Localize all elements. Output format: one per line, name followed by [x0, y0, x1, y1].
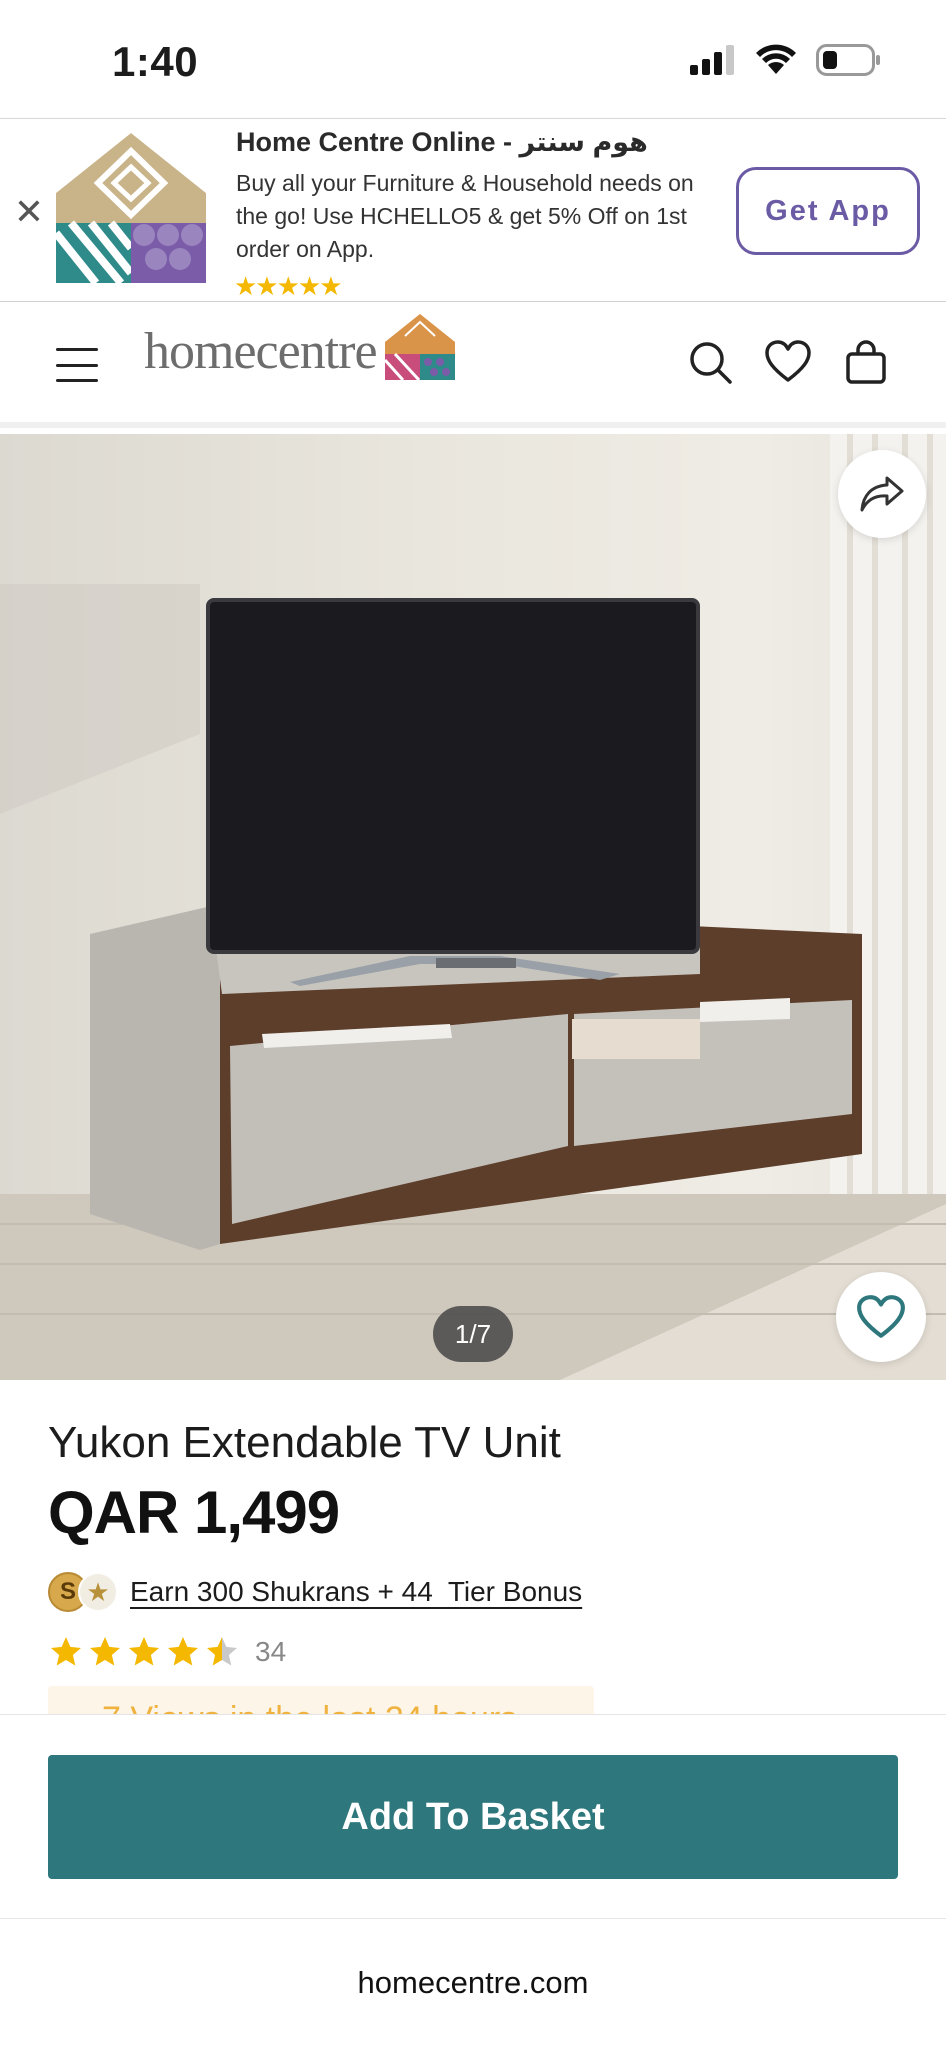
status-time: 1:40	[112, 38, 199, 85]
product-price: QAR 1,499	[48, 1479, 340, 1546]
star-icon	[90, 1637, 120, 1666]
menu-icon[interactable]	[56, 348, 98, 382]
get-app-button[interactable]: Get App	[736, 167, 920, 255]
shukrans-link[interactable]: Earn 300 Shukrans + 44 Tier Bonus	[130, 1576, 582, 1608]
add-to-wishlist-button[interactable]	[836, 1272, 926, 1362]
header-actions	[686, 338, 890, 386]
browser-url-bar[interactable]: homecentre.com	[0, 1918, 946, 2048]
heart-icon[interactable]	[764, 338, 812, 386]
close-banner-button[interactable]: ✕	[12, 191, 46, 232]
site-logo[interactable]: homecentre	[144, 313, 455, 381]
sticky-basket-bar: Add To Basket	[0, 1714, 946, 1918]
share-button[interactable]	[838, 450, 926, 538]
half-star-icon	[207, 1637, 237, 1666]
signal-icon	[690, 45, 734, 75]
status-bar: 1:40	[0, 0, 946, 118]
heart-outline-icon	[857, 1295, 905, 1338]
bag-icon[interactable]	[842, 338, 890, 386]
app-logo-icon	[56, 133, 206, 283]
search-icon[interactable]	[686, 338, 734, 386]
star-icon	[51, 1637, 81, 1666]
product-rating[interactable]: 34	[48, 1634, 286, 1670]
image-counter: 1/7	[433, 1306, 513, 1362]
shukrans-offer[interactable]: S ★ Earn 300 Shukrans + 44 Tier Bonus	[48, 1572, 582, 1612]
status-icons	[690, 44, 882, 76]
logo-house-icon	[384, 313, 455, 380]
tier-star-icon: ★	[78, 1572, 118, 1612]
add-to-basket-button[interactable]: Add To Basket	[48, 1755, 898, 1879]
site-header: homecentre	[0, 302, 946, 428]
banner-rating-stars: ★★★★★	[234, 271, 343, 301]
star-icon	[129, 1637, 159, 1666]
product-photo	[0, 434, 946, 1380]
logo-text: homecentre	[144, 323, 378, 380]
close-icon: ✕	[13, 191, 45, 232]
wifi-icon	[756, 44, 796, 74]
star-icon	[168, 1637, 198, 1666]
banner-description: Buy all your Furniture & Household needs…	[236, 170, 694, 262]
rating-count: 34	[255, 1636, 287, 1667]
share-icon	[860, 476, 904, 512]
product-image-gallery[interactable]: 1/7	[0, 434, 946, 1380]
url-text: homecentre.com	[357, 1965, 589, 2000]
product-title: Yukon Extendable TV Unit	[48, 1418, 561, 1467]
battery-icon	[816, 44, 880, 76]
banner-title: Home Centre Online - هوم سنتر	[236, 127, 648, 157]
app-download-banner: ✕ Home Centre Online - هوم سنتر Buy all …	[0, 118, 946, 302]
